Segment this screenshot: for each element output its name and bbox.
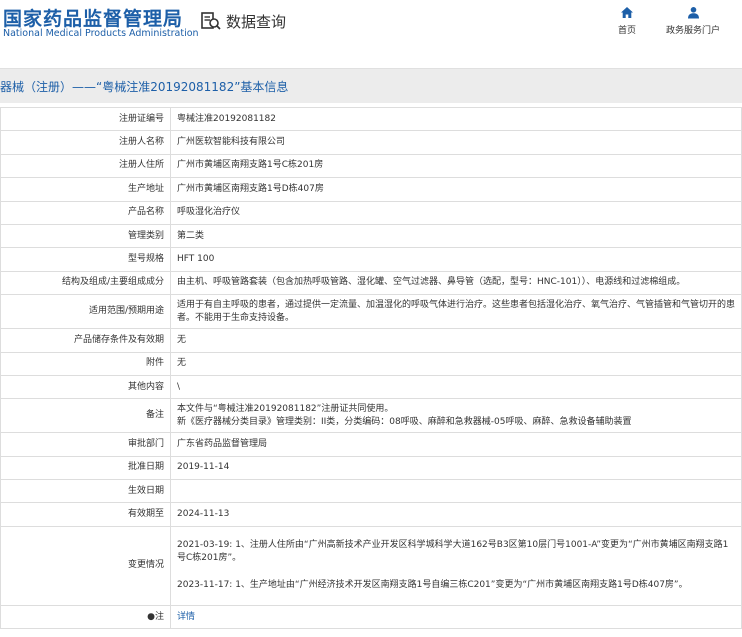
field-value: 广州市黄埔区南翔支路1号D栋407房 bbox=[170, 177, 742, 202]
table-row: ●注 详情 bbox=[0, 604, 742, 630]
nav-home[interactable]: 首页 bbox=[616, 6, 638, 36]
field-value: 呼吸湿化治疗仪 bbox=[170, 200, 742, 225]
field-label: 注册人住所 bbox=[0, 153, 171, 179]
field-label: 其他内容 bbox=[0, 374, 171, 400]
table-row: 产品储存条件及有效期无 bbox=[0, 328, 742, 353]
field-value: 广州市黄埔区南翔支路1号C栋201房 bbox=[170, 153, 742, 179]
field-label: 有效期至 bbox=[0, 502, 171, 527]
field-value: 本文件与“粤械注准20192081182”注册证共同使用。新《医疗器械分类目录》… bbox=[170, 398, 742, 434]
field-value: 详情 bbox=[170, 604, 742, 630]
table-row: 注册人住所 广州市黄埔区南翔支路1号C栋201房 bbox=[0, 153, 742, 179]
table-row: 生效日期 bbox=[0, 479, 742, 504]
field-label: ●注 bbox=[0, 604, 171, 630]
change-entry-1: 2021-03-19: 1、注册人住所由“广州高新技术产业开发区科学城科学大道1… bbox=[177, 540, 729, 564]
data-query-link[interactable]: 数据查询 bbox=[200, 9, 286, 33]
field-label: 批准日期 bbox=[0, 455, 171, 481]
field-label: 注册人名称 bbox=[0, 130, 171, 155]
data-query-label: 数据查询 bbox=[226, 12, 287, 31]
field-label: 管理类别 bbox=[0, 223, 171, 249]
field-value: 无 bbox=[170, 328, 742, 353]
field-value: HFT 100 bbox=[170, 247, 742, 272]
field-label: 附件 bbox=[0, 351, 171, 376]
field-value: 粤械注准20192081182 bbox=[170, 106, 742, 132]
logo-en[interactable]: National Medical Products Administration bbox=[3, 28, 199, 39]
table-row: 审批部门 广东省药品监督管理局 bbox=[0, 432, 742, 457]
table-row: 有效期至 2024-11-13 bbox=[0, 502, 742, 527]
change-entry-2: 2023-11-17: 1、生产地址由“广州经济技术开发区南翔支路1号自编三栋C… bbox=[177, 580, 688, 591]
table-row: 生产地址 广州市黄埔区南翔支路1号D栋407房 bbox=[0, 177, 742, 202]
table-row: 附件无 bbox=[0, 351, 742, 376]
field-value bbox=[170, 479, 742, 504]
page-title: 疗器械（注册）——“粤械注准20192081182”基本信息 bbox=[0, 80, 289, 94]
person-icon bbox=[687, 7, 699, 19]
field-value: 适用于有自主呼吸的患者，通过提供一定流量、加温湿化的呼吸气体进行治疗。这些患者包… bbox=[170, 294, 742, 330]
table-row: 注册证编号 粤械注准20192081182 bbox=[0, 106, 742, 132]
logo-cn[interactable]: 国家药品监督管理局 bbox=[3, 4, 183, 31]
remark-line-1: 本文件与“粤械注准20192081182”注册证共同使用。 bbox=[177, 403, 394, 414]
nav-portal-label: 政务服务门户 bbox=[665, 26, 720, 36]
field-value: 2019-11-14 bbox=[170, 455, 742, 481]
field-label: 变更情况 bbox=[0, 525, 171, 606]
field-label: 注册证编号 bbox=[0, 106, 171, 132]
table-row: 注册人名称 广州医软智能科技有限公司 bbox=[0, 130, 742, 155]
detail-table: 注册证编号 粤械注准20192081182 注册人名称 广州医软智能科技有限公司 注… bbox=[0, 106, 742, 630]
details-link[interactable]: 详情 bbox=[177, 612, 195, 622]
table-row: 管理类别 第二类 bbox=[0, 223, 742, 249]
note-label: 注 bbox=[154, 611, 164, 622]
field-value: 2024-11-13 bbox=[170, 502, 742, 527]
field-value: 2021-03-19: 1、注册人住所由“广州高新技术产业开发区科学城科学大道1… bbox=[170, 525, 742, 606]
field-label: 产品储存条件及有效期 bbox=[0, 328, 171, 353]
field-label: 生产地址 bbox=[0, 177, 171, 202]
table-row: 结构及组成/主要组成成分 由主机、呼吸管路套装（包含加热呼吸管路、湿化罐、空气过滤… bbox=[0, 270, 742, 296]
field-label: 审批部门 bbox=[0, 432, 171, 457]
table-row: 其他内容 \ bbox=[0, 374, 742, 400]
field-label: 产品名称 bbox=[0, 200, 171, 225]
table-row: 备注 本文件与“粤械注准20192081182”注册证共同使用。新《医疗器械分类目… bbox=[0, 398, 742, 434]
nav-home-label: 首页 bbox=[617, 26, 636, 36]
table-row: 变更情况 2021-03-19: 1、注册人住所由“广州高新技术产业开发区科学城科… bbox=[0, 525, 742, 606]
field-value: 第二类 bbox=[170, 223, 742, 249]
table-row: 产品名称 呼吸湿化治疗仪 bbox=[0, 200, 742, 225]
field-label: 型号规格 bbox=[0, 247, 171, 272]
home-icon bbox=[621, 7, 633, 18]
site-header: 国家药品监督管理局 National Medical Products Admi… bbox=[0, 0, 742, 52]
bulb-icon: ● bbox=[147, 611, 155, 622]
field-label: 结构及组成/主要组成成分 bbox=[0, 270, 171, 296]
remark-line-2: 新《医疗器械分类目录》管理类别：II类，分类编码：08呼吸、麻醉和急救器械-05… bbox=[177, 416, 632, 427]
field-value: \ bbox=[170, 374, 742, 400]
field-label: 备注 bbox=[0, 398, 171, 434]
table-row: 批准日期 2019-11-14 bbox=[0, 455, 742, 481]
field-value: 广东省药品监督管理局 bbox=[170, 432, 742, 457]
field-value: 广州医软智能科技有限公司 bbox=[170, 130, 742, 155]
field-label: 适用范围/预期用途 bbox=[0, 294, 171, 330]
table-row: 适用范围/预期用途 适用于有自主呼吸的患者，通过提供一定流量、加温湿化的呼吸气体进… bbox=[0, 294, 742, 330]
field-label: 生效日期 bbox=[0, 479, 171, 504]
table-row: 型号规格 HFT 100 bbox=[0, 247, 742, 272]
field-value: 无 bbox=[170, 351, 742, 376]
field-value: 由主机、呼吸管路套装（包含加热呼吸管路、湿化罐、空气过滤器、鼻导管（选配，型号：… bbox=[170, 270, 742, 296]
nav-service-portal[interactable]: 政务服务门户 bbox=[662, 6, 724, 36]
search-document-icon bbox=[201, 12, 221, 30]
page-title-bar: 疗器械（注册）——“粤械注准20192081182”基本信息 bbox=[0, 68, 742, 103]
